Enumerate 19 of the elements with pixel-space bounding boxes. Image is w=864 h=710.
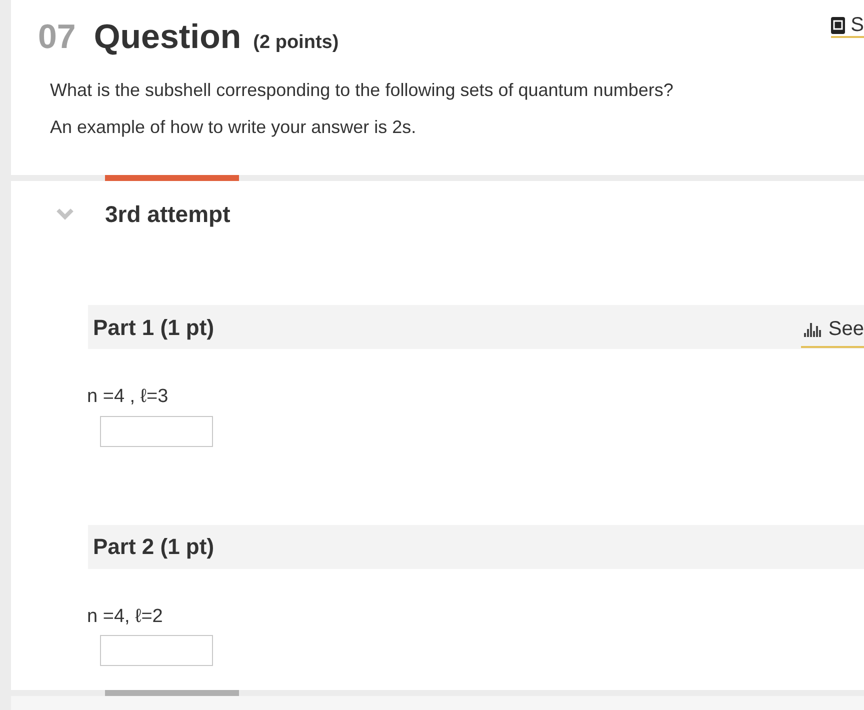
attempt-tab[interactable]: [105, 175, 239, 181]
question-text: What is the subshell corresponding to the following sets of quantum numbers?: [50, 79, 674, 102]
chevron-icon[interactable]: [55, 208, 75, 220]
part-question: n =4 , ℓ=3: [87, 385, 170, 409]
book-icon: [830, 16, 845, 34]
part-title: Part 1 (1 pt): [93, 314, 214, 342]
question-title: Question: [94, 17, 242, 58]
chart-icon: [803, 320, 824, 338]
answer-field[interactable]: [100, 416, 213, 446]
points-label: (2 points): [253, 31, 339, 55]
question-number: 07: [38, 17, 76, 58]
part-question: n =4, ℓ=2: [87, 604, 164, 628]
part-title: Part 2 (1 pt): [93, 533, 214, 561]
attempt-tab[interactable]: [105, 690, 239, 696]
see-link[interactable]: See: [801, 314, 864, 348]
ebook-link[interactable]: S: [830, 14, 864, 38]
answer-field[interactable]: [100, 635, 213, 666]
attempt-title: 3rd attempt: [105, 200, 230, 229]
question-text: An example of how to write your answer is 2s.: [50, 116, 418, 139]
